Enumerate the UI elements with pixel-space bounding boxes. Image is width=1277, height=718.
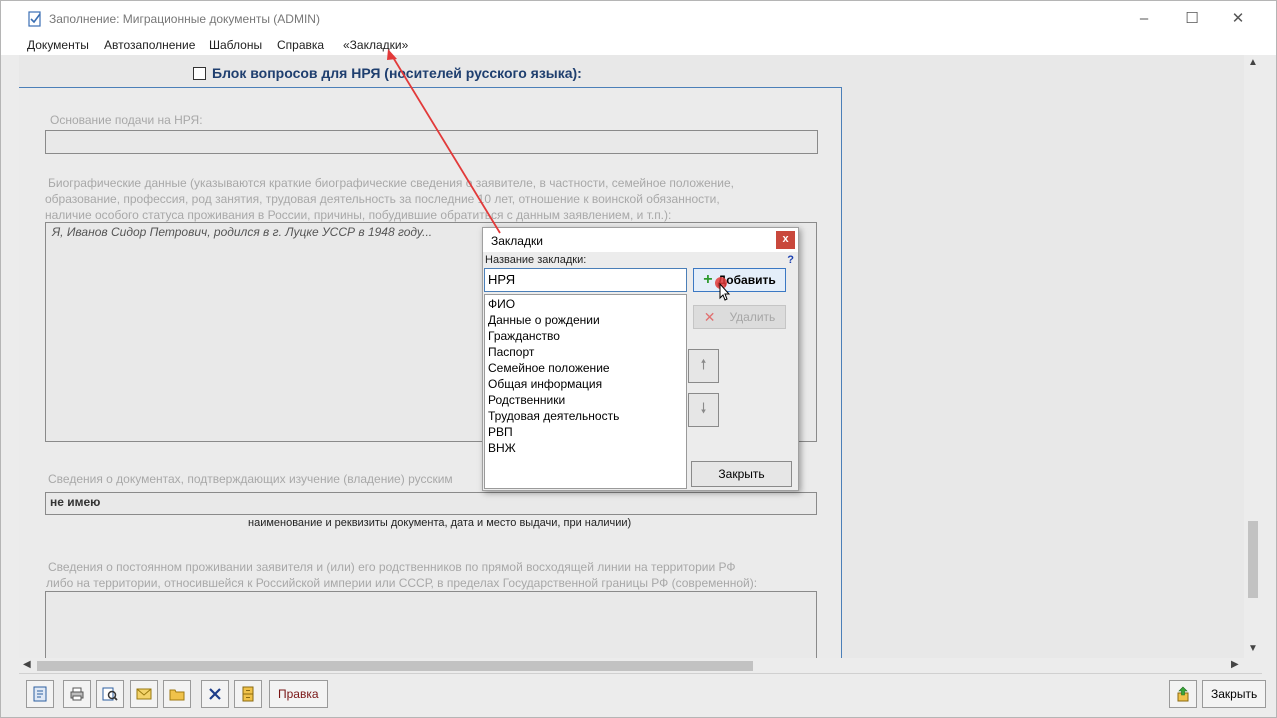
close-window-button[interactable]: ✕ <box>1215 6 1261 32</box>
upload-button[interactable] <box>1169 680 1197 708</box>
bio-label-line-2: образование, профессия, род занятия, тру… <box>45 192 720 206</box>
upload-box-icon <box>1177 686 1189 702</box>
list-item[interactable]: Паспорт <box>485 344 686 360</box>
delete-x-icon: ✕ <box>703 308 716 325</box>
minimize-button[interactable]: – <box>1121 6 1167 32</box>
move-up-button[interactable]: 🠕 <box>688 349 719 383</box>
document-toolbar-button[interactable] <box>26 680 54 708</box>
bookmarks-list[interactable]: ФИО Данные о рождении Гражданство Паспор… <box>484 294 687 489</box>
help-icon[interactable]: ? <box>787 254 794 266</box>
email-button[interactable] <box>130 680 158 708</box>
dialog-title: Закладки <box>491 234 543 248</box>
menu-autofill[interactable]: Автозаполнение <box>104 38 195 52</box>
menu-help[interactable]: Справка <box>277 38 324 52</box>
residence-label-line-2: либо на территории, относившейся к Росси… <box>46 576 758 590</box>
dialog-title-bar: Закладки x <box>483 228 798 252</box>
vertical-scrollbar[interactable]: ▲ ▼ <box>1244 55 1262 658</box>
cross-icon <box>209 688 221 700</box>
move-down-button[interactable]: 🠗 <box>688 393 719 427</box>
print-button[interactable] <box>63 680 91 708</box>
delete-toolbar-button[interactable] <box>201 680 229 708</box>
menu-documents[interactable]: Документы <box>27 38 89 52</box>
magnifier-icon <box>102 687 118 701</box>
bookmark-name-input[interactable]: НРЯ <box>484 268 687 292</box>
list-item[interactable]: Трудовая деятельность <box>485 408 686 424</box>
list-item[interactable]: Гражданство <box>485 328 686 344</box>
bio-label-line-3: наличие особого статуса проживания в Рос… <box>45 208 672 222</box>
list-item[interactable]: РВП <box>485 424 686 440</box>
mouse-cursor-icon <box>719 283 731 301</box>
scroll-left-arrow-icon[interactable]: ◀ <box>23 659 31 670</box>
delete-button-label: Удалить <box>729 310 776 324</box>
list-item[interactable]: Данные о рождении <box>485 312 686 328</box>
cabinet-icon <box>242 686 254 702</box>
bookmarks-dialog: Закладки x Название закладки: ? НРЯ ФИО … <box>482 227 799 491</box>
open-folder-button[interactable] <box>163 680 191 708</box>
dialog-close-icon[interactable]: x <box>776 231 795 249</box>
document-check-icon <box>28 11 41 27</box>
plus-icon: + <box>703 271 713 288</box>
docs-label: Сведения о документах, подтверждающих из… <box>48 472 453 486</box>
printer-icon <box>70 687 84 701</box>
document-icon <box>33 686 47 702</box>
add-bookmark-button[interactable]: + Добавить <box>693 268 786 292</box>
docs-value: не имею <box>50 495 101 509</box>
archive-button[interactable] <box>234 680 262 708</box>
envelope-icon <box>136 688 152 700</box>
scroll-up-arrow-icon[interactable]: ▲ <box>1248 57 1258 68</box>
menu-bookmarks[interactable]: «Закладки» <box>343 38 408 52</box>
menu-templates[interactable]: Шаблоны <box>209 38 262 52</box>
preview-button[interactable] <box>96 680 124 708</box>
vertical-scroll-thumb[interactable] <box>1248 521 1258 598</box>
menu-bar: Документы Автозаполнение Шаблоны Справка… <box>1 35 1276 55</box>
list-item[interactable]: Семейное положение <box>485 360 686 376</box>
list-item[interactable]: Общая информация <box>485 376 686 392</box>
pravka-button[interactable]: Правка <box>269 680 328 708</box>
residence-label-line-1: Сведения о постоянном проживании заявите… <box>48 560 736 574</box>
app-window: Заполнение: Миграционные документы (ADMI… <box>0 0 1277 718</box>
arrow-down-icon: 🠗 <box>700 400 707 416</box>
dialog-close-button[interactable]: Закрыть <box>691 461 792 487</box>
docs-field[interactable] <box>45 492 817 515</box>
window-title: Заполнение: Миграционные документы (ADMI… <box>49 12 320 26</box>
list-item[interactable]: ФИО <box>485 296 686 312</box>
basis-label: Основание подачи на НРЯ: <box>50 113 203 127</box>
list-item[interactable]: ВНЖ <box>485 440 686 456</box>
bookmark-name-label: Название закладки: <box>485 254 587 266</box>
title-bar: Заполнение: Миграционные документы (ADMI… <box>1 1 1276 35</box>
bio-label-line-1: Биографические данные (указываются кратк… <box>48 176 735 190</box>
scroll-right-arrow-icon[interactable]: ▶ <box>1231 659 1239 670</box>
residence-field[interactable] <box>45 591 817 658</box>
close-main-button[interactable]: Закрыть <box>1202 680 1267 708</box>
bottom-toolbar: Правка Закрыть <box>19 673 1267 713</box>
bio-value: Я, Иванов Сидор Петрович, родился в г. Л… <box>52 225 433 239</box>
arrow-up-icon: 🠕 <box>700 356 707 372</box>
horizontal-scroll-thumb[interactable] <box>37 661 753 671</box>
basis-field[interactable] <box>45 130 818 154</box>
delete-bookmark-button[interactable]: ✕ Удалить <box>693 305 786 329</box>
folder-icon <box>169 689 185 701</box>
maximize-button[interactable]: ☐ <box>1169 6 1215 32</box>
block-checkbox[interactable] <box>193 67 206 80</box>
horizontal-scrollbar[interactable]: ◀ ▶ <box>19 658 1244 673</box>
scroll-down-arrow-icon[interactable]: ▼ <box>1248 643 1258 654</box>
docs-caption: наименование и реквизиты документа, дата… <box>248 517 632 529</box>
list-item[interactable]: Родственники <box>485 392 686 408</box>
block-title: Блок вопросов для НРЯ (носителей русског… <box>212 65 582 81</box>
